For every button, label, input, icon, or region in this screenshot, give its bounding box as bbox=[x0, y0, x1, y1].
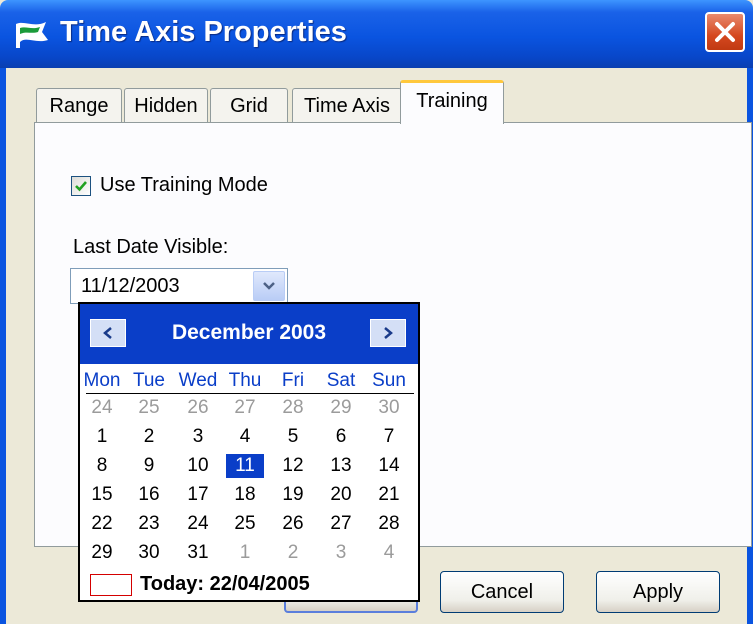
calendar-day[interactable]: 8 bbox=[83, 454, 121, 478]
calendar-day[interactable]: 1 bbox=[226, 541, 264, 565]
calendar-day[interactable]: 24 bbox=[179, 512, 217, 536]
tab-training[interactable]: Training bbox=[400, 80, 504, 124]
weekday-header: Thu bbox=[228, 370, 262, 391]
tab-time-axis[interactable]: Time Axis bbox=[292, 88, 402, 122]
calendar-day[interactable]: 31 bbox=[179, 541, 217, 565]
today-marker bbox=[90, 574, 132, 596]
calendar-day[interactable]: 26 bbox=[179, 396, 217, 420]
calendar-day[interactable]: 26 bbox=[274, 512, 312, 536]
calendar-day[interactable]: 25 bbox=[226, 512, 264, 536]
next-month-icon bbox=[384, 327, 393, 339]
calendar-day[interactable]: 23 bbox=[130, 512, 168, 536]
calendar-day[interactable]: 2 bbox=[130, 425, 168, 449]
calendar-day[interactable]: 20 bbox=[322, 483, 360, 507]
calendar-day[interactable]: 30 bbox=[130, 541, 168, 565]
calendar-day[interactable]: 22 bbox=[83, 512, 121, 536]
last-date-picker[interactable]: 11/12/2003 bbox=[70, 268, 288, 304]
tab-grid[interactable]: Grid bbox=[210, 88, 288, 122]
calendar-day[interactable]: 1 bbox=[83, 425, 121, 449]
calendar-day[interactable]: 21 bbox=[370, 483, 408, 507]
calendar-day[interactable]: 28 bbox=[274, 396, 312, 420]
last-date-visible-label: Last Date Visible: bbox=[73, 236, 229, 258]
last-date-value[interactable]: 11/12/2003 bbox=[81, 275, 180, 298]
today-label[interactable]: Today: 22/04/2005 bbox=[140, 573, 310, 596]
calendar-day[interactable]: 2 bbox=[274, 541, 312, 565]
prev-month-icon bbox=[103, 327, 112, 339]
check-icon bbox=[75, 181, 87, 192]
calendar-day[interactable]: 29 bbox=[322, 396, 360, 420]
calendar-day[interactable]: 30 bbox=[370, 396, 408, 420]
weekday-header: Mon bbox=[83, 370, 121, 391]
calendar-day[interactable]: 29 bbox=[83, 541, 121, 565]
calendar-day[interactable]: 14 bbox=[370, 454, 408, 478]
calendar-day[interactable]: 3 bbox=[179, 425, 217, 449]
close-button[interactable] bbox=[705, 12, 745, 52]
tab-range[interactable]: Range bbox=[36, 88, 122, 122]
month-calendar[interactable]: December 2003 Mon Tue Wed Thu Fri Sat Su… bbox=[78, 302, 420, 602]
calendar-day[interactable]: 11 bbox=[226, 454, 264, 478]
title-bar[interactable]: Time Axis Properties bbox=[0, 0, 753, 68]
dialog-window: Time Axis Properties Range Hidden Grid T… bbox=[0, 0, 753, 624]
calendar-day[interactable]: 7 bbox=[370, 425, 408, 449]
calendar-day[interactable]: 16 bbox=[130, 483, 168, 507]
calendar-day[interactable]: 4 bbox=[370, 541, 408, 565]
window-border-left bbox=[0, 68, 6, 624]
calendar-day[interactable]: 25 bbox=[130, 396, 168, 420]
date-dropdown-button[interactable] bbox=[253, 271, 285, 301]
calendar-month-title[interactable]: December 2003 bbox=[140, 321, 358, 345]
close-icon bbox=[715, 22, 735, 42]
calendar-day[interactable]: 12 bbox=[274, 454, 312, 478]
calendar-day[interactable]: 6 bbox=[322, 425, 360, 449]
calendar-day[interactable]: 27 bbox=[322, 512, 360, 536]
calendar-day[interactable]: 10 bbox=[179, 454, 217, 478]
weekday-header: Fri bbox=[281, 370, 305, 391]
apply-button[interactable]: Apply bbox=[596, 571, 720, 613]
calendar-header: December 2003 bbox=[80, 304, 418, 364]
calendar-day[interactable]: 3 bbox=[322, 541, 360, 565]
calendar-day[interactable]: 27 bbox=[226, 396, 264, 420]
cancel-button[interactable]: Cancel bbox=[440, 571, 564, 613]
calendar-day[interactable]: 5 bbox=[274, 425, 312, 449]
window-title: Time Axis Properties bbox=[60, 16, 347, 48]
calendar-day[interactable]: 9 bbox=[130, 454, 168, 478]
tab-hidden[interactable]: Hidden bbox=[124, 88, 208, 122]
calendar-day[interactable]: 17 bbox=[179, 483, 217, 507]
app-icon bbox=[12, 18, 52, 52]
weekday-header: Tue bbox=[132, 370, 166, 391]
weekday-divider bbox=[86, 393, 414, 394]
weekday-header: Wed bbox=[178, 370, 218, 391]
weekday-header: Sun bbox=[372, 370, 406, 391]
calendar-day[interactable]: 18 bbox=[226, 483, 264, 507]
calendar-day[interactable]: 4 bbox=[226, 425, 264, 449]
weekday-header: Sat bbox=[326, 370, 356, 391]
calendar-day[interactable]: 24 bbox=[83, 396, 121, 420]
calendar-day[interactable]: 15 bbox=[83, 483, 121, 507]
dropdown-arrow-icon bbox=[263, 282, 275, 290]
calendar-day[interactable]: 19 bbox=[274, 483, 312, 507]
calendar-day[interactable]: 28 bbox=[370, 512, 408, 536]
use-training-mode-checkbox[interactable] bbox=[71, 176, 91, 196]
prev-month-button[interactable] bbox=[90, 319, 126, 347]
use-training-mode-label[interactable]: Use Training Mode bbox=[100, 174, 268, 197]
next-month-button[interactable] bbox=[370, 319, 406, 347]
calendar-day[interactable]: 13 bbox=[322, 454, 360, 478]
